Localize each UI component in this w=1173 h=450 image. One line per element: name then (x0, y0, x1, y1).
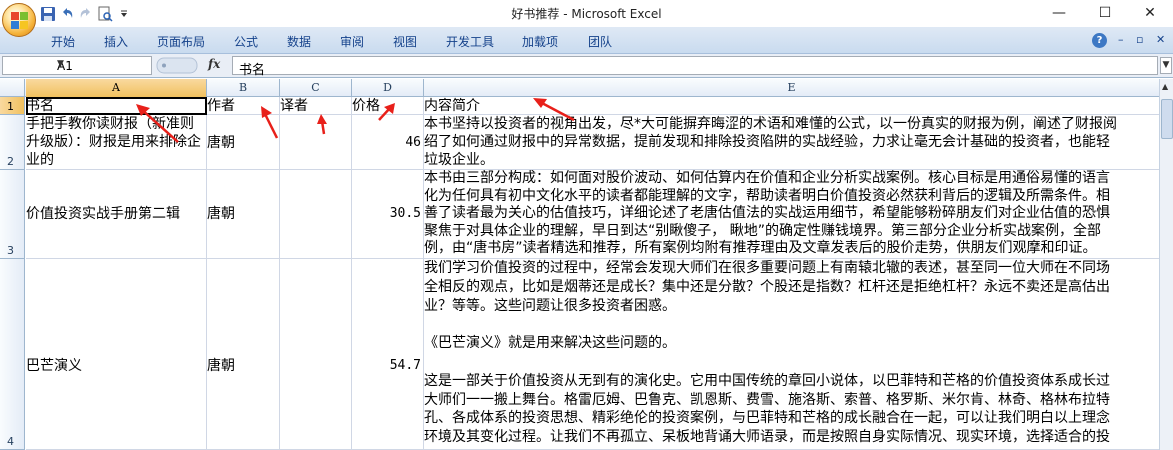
formula-input[interactable]: 书名 (232, 56, 1158, 78)
tab-data[interactable]: 数据 (287, 33, 311, 50)
cell-e4-line: 环境及其变化过程。让我们不再孤立、呆板地背诵大师语录，而是按照自身实际情况、现实… (424, 429, 1110, 446)
ribbon-tab-bar: 开始 插入 页面布局 公式 数据 审阅 视图 开发工具 加载项 团队 ? – ▫… (0, 27, 1173, 54)
formula-value: 书名 (239, 63, 266, 78)
title-bar: 好书推荐 - Microsoft Excel — ☐ ✕ (0, 0, 1173, 37)
tab-view[interactable]: 视图 (393, 33, 417, 50)
tab-addins[interactable]: 加载项 (522, 33, 558, 50)
cell-b4[interactable]: 唐朝 (207, 259, 280, 450)
cell-e3[interactable]: 本书由三部分构成：如何面对股价波动、如何估算内在价值和企业分析实战案例。核心目标… (424, 170, 1160, 259)
tab-review[interactable]: 审阅 (340, 33, 364, 50)
formula-bar: A1 ▼ fx 书名 ▼ (0, 54, 1173, 78)
workbook-close-button[interactable]: ✕ (1156, 33, 1165, 46)
scroll-up-icon[interactable]: ▲ (1162, 82, 1168, 91)
window-title: 好书推荐 - Microsoft Excel (511, 7, 662, 21)
tab-home[interactable]: 开始 (51, 33, 75, 50)
cell-c4[interactable] (280, 259, 352, 450)
annotation-arrow-icon (378, 103, 395, 121)
cell-e4-line: 大师们一一搬上舞台。格雷厄姆、巴鲁克、凯恩斯、费雪、施洛斯、索普、格罗斯、米尔肯… (424, 391, 1110, 408)
select-all-button[interactable] (0, 79, 25, 97)
annotation-arrow-icon (317, 114, 327, 135)
column-header-b[interactable]: B (207, 79, 280, 97)
chevron-down-icon[interactable]: ▼ (57, 59, 149, 69)
scrollbar-thumb[interactable] (1161, 99, 1173, 139)
formula-bar-divider[interactable] (155, 56, 203, 75)
cell-e2-line: 垃圾企业。 (424, 152, 494, 168)
cell-e3-line: 化为任何具有初中文化水平的读者都能理解的文字，帮助读者明白价值投资必然获利背后的… (424, 187, 1110, 204)
row-header-3[interactable]: 3 (0, 170, 25, 259)
expand-formula-bar-icon[interactable]: ▼ (1160, 57, 1172, 74)
cell-e4-line (424, 315, 1159, 334)
workbook-minimize-button[interactable]: – (1118, 33, 1124, 46)
cell-a4[interactable]: 巴芒演义 (26, 259, 207, 450)
row-header-2[interactable]: 2 (0, 115, 25, 170)
workbook-restore-button[interactable]: ▫ (1136, 33, 1143, 46)
column-headers: A B C D E (0, 79, 1173, 97)
cell-c3[interactable] (280, 170, 352, 259)
cell-e3-line: 本书由三部分构成：如何面对股价波动、如何估算内在价值和企业分析实战案例。核心目标… (424, 170, 1110, 186)
cell-e3-line: 聚焦于对具体企业的理解，早日到达“别瞅傻子， 瞅地”的确定性赚钱境界。第三部分企… (424, 222, 1101, 239)
cell-e4[interactable]: 我们学习价值投资的过程中，经常会发现大师们在很多重要问题上有南辕北辙的表述，甚至… (424, 259, 1160, 450)
row-header-4[interactable]: 4 (0, 259, 25, 450)
annotation-arrow-icon (533, 98, 575, 122)
cell-a3[interactable]: 价值投资实战手册第二辑 (26, 170, 207, 259)
cell-e4-line: 《巴芒演义》就是用来解决这些问题的。 (424, 335, 676, 352)
tab-developer[interactable]: 开发工具 (446, 33, 494, 50)
tab-formulas[interactable]: 公式 (234, 33, 258, 50)
help-icon[interactable]: ? (1092, 33, 1107, 48)
minimize-button[interactable]: — (1036, 0, 1082, 26)
tab-insert[interactable]: 插入 (104, 33, 128, 50)
annotation-arrow-icon (136, 104, 179, 143)
annotation-arrow-icon (261, 106, 279, 139)
cell-d3[interactable]: 30.5 (352, 170, 424, 259)
cell-e4-line (424, 353, 1159, 372)
cell-b3[interactable]: 唐朝 (207, 170, 280, 259)
column-header-d[interactable]: D (352, 79, 424, 97)
cell-e4-line: 孔、各成体系的投资思想、精彩绝伦的投资案例，与巴菲特和芒格的成长融合在一起，可以… (424, 410, 1110, 427)
cell-e4-line: 业？等等。这些问题让很多投资者困惑。 (424, 297, 676, 314)
column-header-c[interactable]: C (280, 79, 352, 97)
name-box[interactable]: A1 ▼ (2, 56, 152, 75)
cell-e3-line: 善了读者最为关心的估值技巧，详细论述了老唐估值法的实战运用细节，希望能够粉碎朋友… (424, 205, 1110, 222)
row-header-1[interactable]: 1 (0, 97, 25, 115)
office-logo-icon (11, 12, 29, 30)
office-button[interactable] (2, 3, 36, 37)
cell-d4[interactable]: 54.7 (352, 259, 424, 450)
vertical-scrollbar[interactable]: ▲ (1159, 79, 1173, 450)
cell-e2-line: 绍了如何通过财报中的异常数据，提前发现和排除投资陷阱的实战经验，力求让毫无会计基… (424, 134, 1110, 150)
column-header-a[interactable]: A (26, 79, 207, 97)
insert-function-icon[interactable]: fx (208, 57, 220, 71)
cell-e4-line: 全相反的观点，比如是烟蒂还是成长？集中还是分散？个股还是指数？杠杆还是拒绝杠杆？… (424, 278, 1110, 295)
cell-e4-line: 这是一部关于价值投资从无到有的演化史。它用中国传统的章回小说体，以巴菲特和芒格的… (424, 372, 1110, 389)
cell-e4-line: 我们学习价值投资的过程中，经常会发现大师们在很多重要问题上有南辕北辙的表述，甚至… (424, 260, 1110, 276)
restore-button[interactable]: ☐ (1082, 0, 1128, 26)
tab-team[interactable]: 团队 (588, 33, 612, 50)
cell-e3-line: 例，由“唐书房”读者精选和推荐，所有案例均附有推荐理由及文章发表后的股价走势，供… (424, 240, 1097, 257)
tab-page-layout[interactable]: 页面布局 (157, 33, 205, 50)
close-button[interactable]: ✕ (1127, 0, 1173, 26)
